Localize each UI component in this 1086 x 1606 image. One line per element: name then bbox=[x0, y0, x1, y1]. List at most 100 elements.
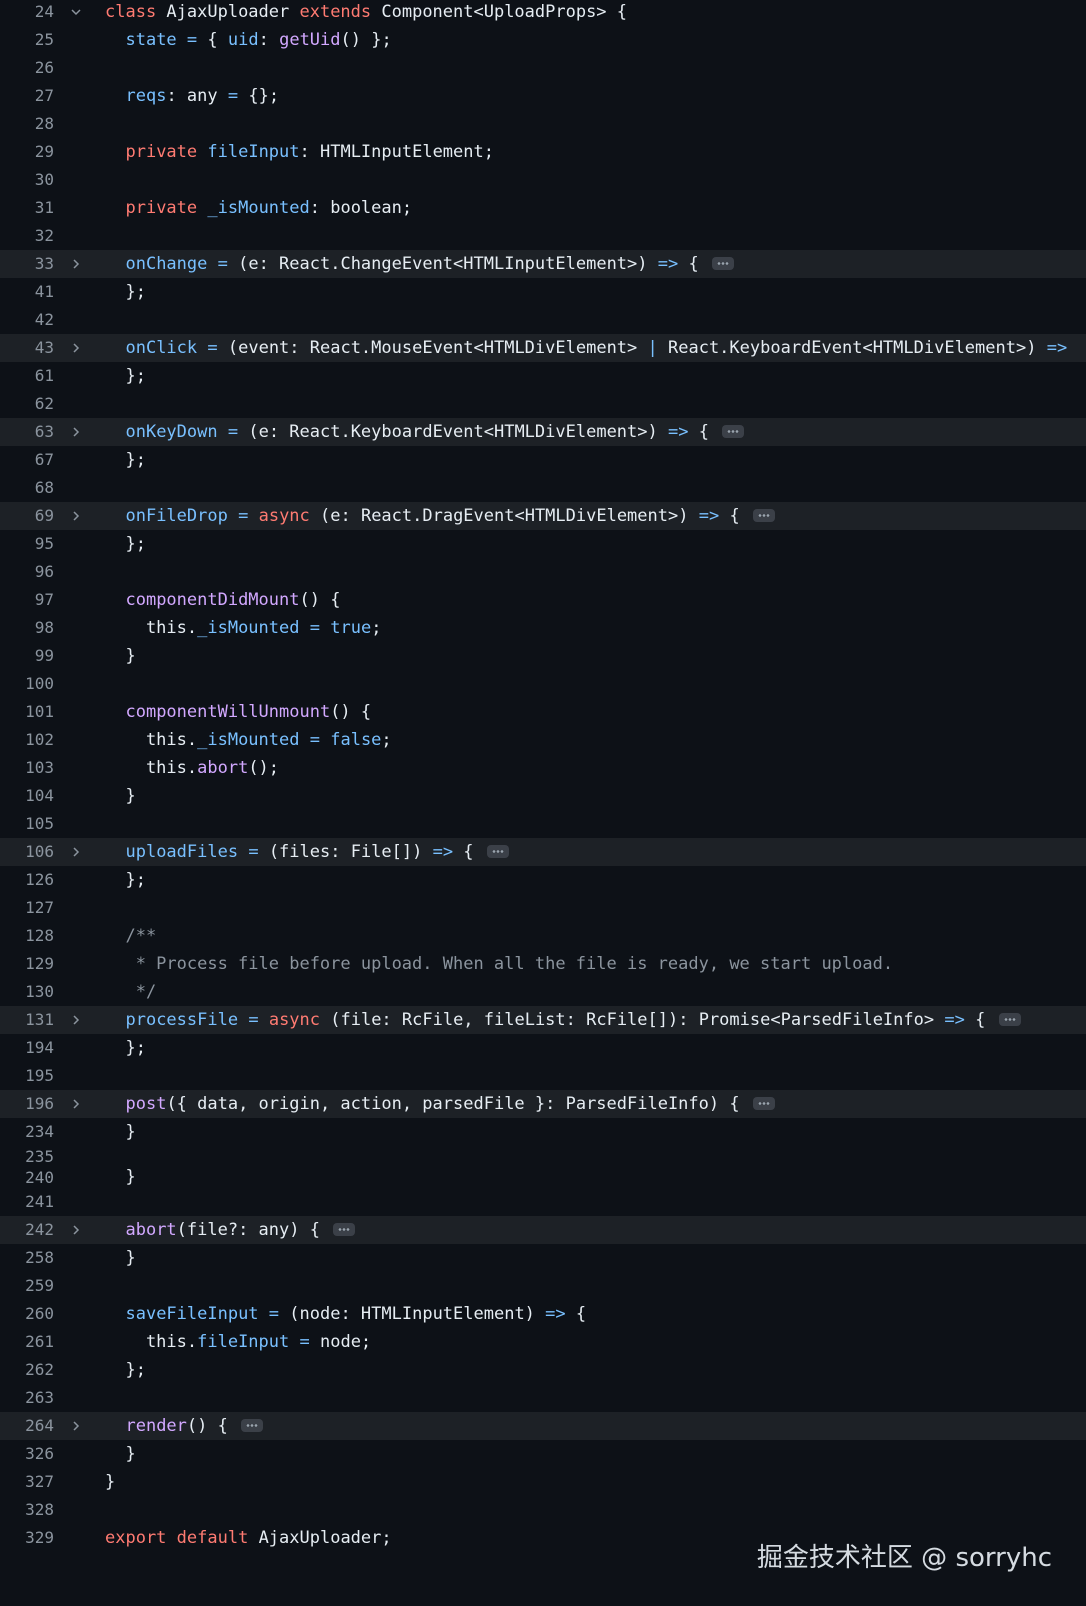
code-line[interactable]: 241 bbox=[0, 1188, 1086, 1216]
code-token: true bbox=[330, 618, 372, 638]
code-line[interactable]: 30 bbox=[0, 166, 1086, 194]
code-text: private fileInput: HTMLInputElement; bbox=[105, 138, 1086, 166]
code-line[interactable]: 98 this._isMounted = true; bbox=[0, 614, 1086, 642]
chevron-right-icon[interactable] bbox=[68, 1412, 84, 1440]
code-line[interactable]: 101 componentWillUnmount() { bbox=[0, 698, 1086, 726]
code-line[interactable]: 67 }; bbox=[0, 446, 1086, 474]
code-line[interactable]: 31 private _isMounted: boolean; bbox=[0, 194, 1086, 222]
code-line[interactable]: 61 }; bbox=[0, 362, 1086, 390]
code-line[interactable]: 25 state = { uid: getUid() }; bbox=[0, 26, 1086, 54]
code-line[interactable]: 264 render() { bbox=[0, 1412, 1086, 1440]
code-line[interactable]: 328 bbox=[0, 1496, 1086, 1524]
code-line[interactable]: 33 onChange = (e: React.ChangeEvent<HTML… bbox=[0, 250, 1086, 278]
code-text: uploadFiles = (files: File[]) => { bbox=[105, 838, 1086, 866]
code-line[interactable]: 41 }; bbox=[0, 278, 1086, 306]
code-line[interactable]: 104 } bbox=[0, 782, 1086, 810]
ellipsis-icon[interactable] bbox=[722, 424, 745, 438]
code-line[interactable]: 127 bbox=[0, 894, 1086, 922]
code-line[interactable]: 131 processFile = async (file: RcFile, f… bbox=[0, 1006, 1086, 1034]
code-line[interactable]: 68 bbox=[0, 474, 1086, 502]
chevron-right-icon[interactable] bbox=[68, 1216, 84, 1244]
code-line[interactable]: 27 reqs: any = {}; bbox=[0, 82, 1086, 110]
code-line[interactable]: 130 */ bbox=[0, 978, 1086, 1006]
code-line[interactable]: 259 bbox=[0, 1272, 1086, 1300]
code-text: } bbox=[105, 1167, 1086, 1188]
code-line[interactable]: 106 uploadFiles = (files: File[]) => { bbox=[0, 838, 1086, 866]
code-token: state bbox=[125, 30, 177, 50]
code-token: private bbox=[125, 142, 198, 162]
code-line[interactable]: 128 /** bbox=[0, 922, 1086, 950]
code-line[interactable]: 62 bbox=[0, 390, 1086, 418]
code-token: => bbox=[657, 254, 679, 274]
code-text: componentDidMount() { bbox=[105, 586, 1086, 614]
ellipsis-icon[interactable] bbox=[241, 1418, 264, 1432]
chevron-right-icon[interactable] bbox=[68, 1006, 84, 1034]
code-line[interactable]: 96 bbox=[0, 558, 1086, 586]
code-line[interactable]: 105 bbox=[0, 810, 1086, 838]
line-number: 63 bbox=[34, 422, 54, 441]
line-number: 235 bbox=[25, 1147, 54, 1166]
code-line[interactable]: 63 onKeyDown = (e: React.KeyboardEvent<H… bbox=[0, 418, 1086, 446]
code-line[interactable]: 126 }; bbox=[0, 866, 1086, 894]
chevron-down-icon[interactable] bbox=[68, 0, 84, 26]
code-line[interactable]: 29 private fileInput: HTMLInputElement; bbox=[0, 138, 1086, 166]
chevron-right-icon[interactable] bbox=[68, 418, 84, 446]
code-token: export bbox=[105, 1528, 167, 1548]
code-line[interactable]: 28 bbox=[0, 110, 1086, 138]
code-text: } bbox=[105, 1440, 1086, 1468]
code-line[interactable]: 240 } bbox=[0, 1167, 1086, 1188]
line-number: 104 bbox=[25, 786, 54, 805]
code-line[interactable]: 196 post({ data, origin, action, parsedF… bbox=[0, 1090, 1086, 1118]
code-line[interactable]: 195 bbox=[0, 1062, 1086, 1090]
code-line[interactable]: 263 bbox=[0, 1384, 1086, 1412]
code-line[interactable]: 327} bbox=[0, 1468, 1086, 1496]
line-number: 68 bbox=[34, 478, 54, 497]
code-text: }; bbox=[105, 278, 1086, 306]
code-token: async bbox=[268, 1010, 321, 1030]
ellipsis-icon[interactable] bbox=[752, 1096, 775, 1110]
code-line[interactable]: 95 }; bbox=[0, 530, 1086, 558]
ellipsis-icon[interactable] bbox=[486, 844, 509, 858]
code-line[interactable]: 194 }; bbox=[0, 1034, 1086, 1062]
code-editor[interactable]: 24 class AjaxUploader extends Component<U… bbox=[0, 0, 1086, 1552]
code-line[interactable]: 260 saveFileInput = (node: HTMLInputElem… bbox=[0, 1300, 1086, 1328]
chevron-right-icon[interactable] bbox=[68, 838, 84, 866]
code-line[interactable]: 234 } bbox=[0, 1118, 1086, 1146]
code-line[interactable]: 102 this._isMounted = false; bbox=[0, 726, 1086, 754]
code-line[interactable]: 32 bbox=[0, 222, 1086, 250]
code-line[interactable]: 43 onClick = (event: React.MouseEvent<HT… bbox=[0, 334, 1086, 362]
code-line[interactable]: 242 abort(file?: any) { bbox=[0, 1216, 1086, 1244]
chevron-right-icon[interactable] bbox=[68, 250, 84, 278]
line-number: 61 bbox=[34, 366, 54, 385]
chevron-right-icon[interactable] bbox=[68, 502, 84, 530]
code-line[interactable]: 42 bbox=[0, 306, 1086, 334]
code-line[interactable]: 261 this.fileInput = node; bbox=[0, 1328, 1086, 1356]
code-line[interactable]: 235 bbox=[0, 1146, 1086, 1167]
code-line[interactable]: 262 }; bbox=[0, 1356, 1086, 1384]
code-line[interactable]: 326 } bbox=[0, 1440, 1086, 1468]
chevron-right-icon[interactable] bbox=[68, 334, 84, 362]
ellipsis-icon[interactable] bbox=[998, 1012, 1021, 1026]
code-line[interactable]: 24 class AjaxUploader extends Component<U… bbox=[0, 0, 1086, 26]
code-line[interactable]: 100 bbox=[0, 670, 1086, 698]
code-line[interactable]: 26 bbox=[0, 54, 1086, 82]
ellipsis-icon[interactable] bbox=[711, 256, 734, 270]
code-text: this._isMounted = true; bbox=[105, 614, 1086, 642]
code-line[interactable]: 103 this.abort(); bbox=[0, 754, 1086, 782]
code-line[interactable]: 69 onFileDrop = async (e: React.DragEven… bbox=[0, 502, 1086, 530]
ellipsis-icon[interactable] bbox=[752, 508, 775, 522]
ellipsis-icon[interactable] bbox=[333, 1222, 356, 1236]
code-token: () { bbox=[186, 1416, 228, 1436]
code-line[interactable]: 99 } bbox=[0, 642, 1086, 670]
line-number: 106 bbox=[25, 842, 54, 861]
code-line[interactable]: 258 } bbox=[0, 1244, 1086, 1272]
code-text: saveFileInput = (node: HTMLInputElement)… bbox=[105, 1300, 1086, 1328]
code-line[interactable]: 97 componentDidMount() { bbox=[0, 586, 1086, 614]
code-line[interactable]: 129 * Process file before upload. When a… bbox=[0, 950, 1086, 978]
code-token: | bbox=[647, 338, 658, 358]
chevron-right-icon[interactable] bbox=[68, 1090, 84, 1118]
